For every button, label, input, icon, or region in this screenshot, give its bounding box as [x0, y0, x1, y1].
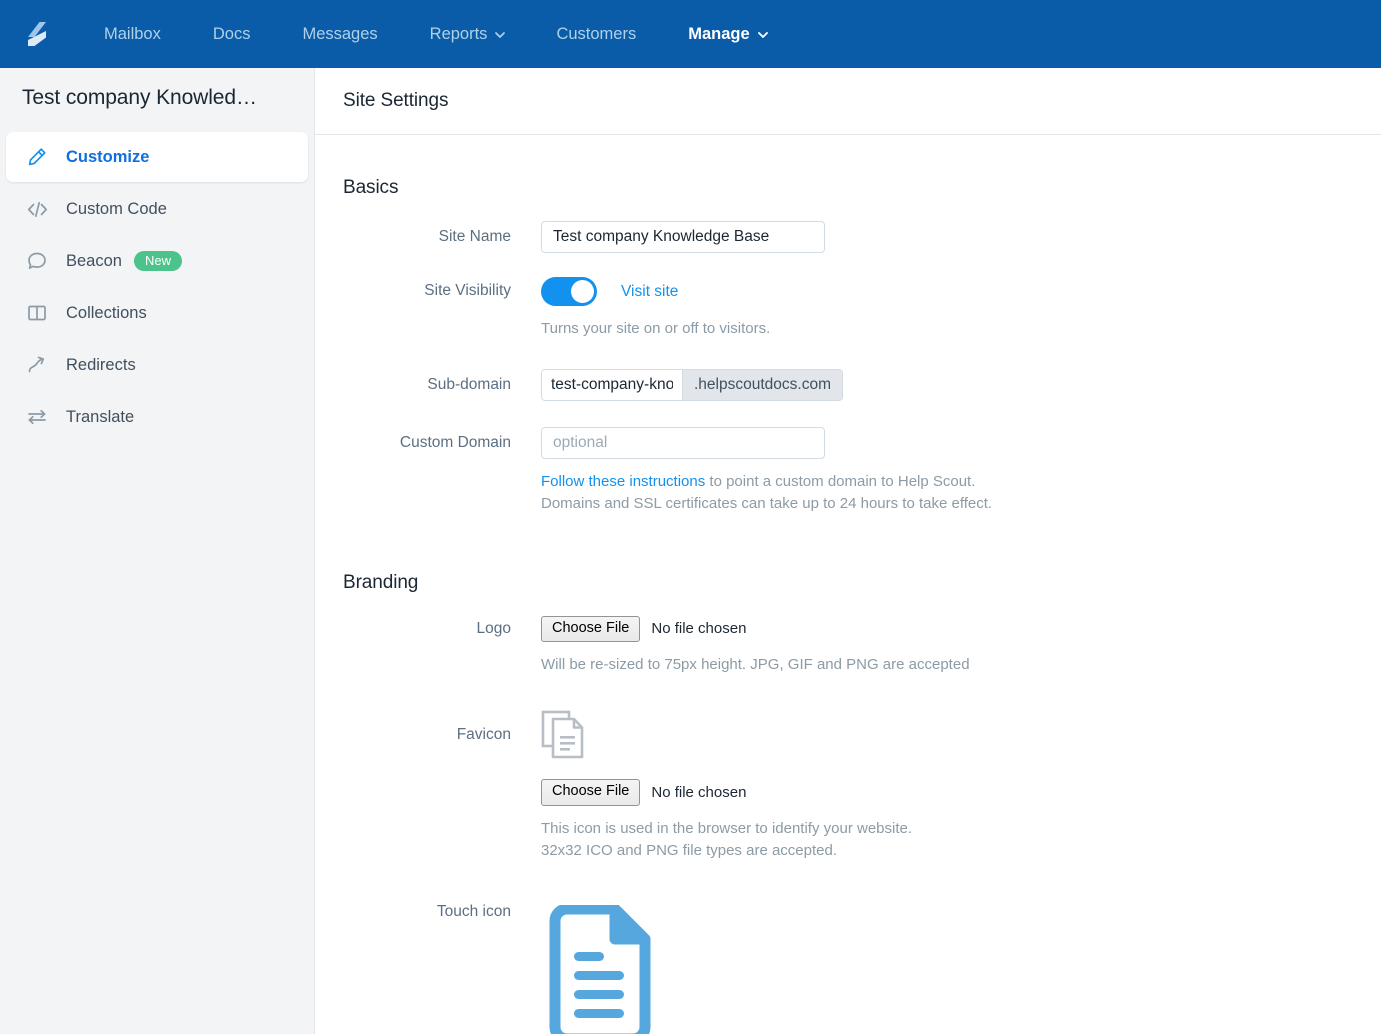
- logo-choose-file-button[interactable]: Choose File: [541, 615, 641, 642]
- favicon-label: Favicon: [456, 726, 511, 744]
- two-way-arrows-icon: [25, 405, 49, 429]
- main-header: Site Settings: [315, 68, 1381, 135]
- chevron-down-icon: [757, 30, 768, 39]
- sidebar: Test company Knowled… Customize Custom C…: [0, 68, 315, 1034]
- sub-domain-label: Sub-domain: [427, 375, 511, 393]
- sidebar-item-label: Translate: [66, 407, 135, 426]
- nav-item-label: Messages: [302, 24, 378, 43]
- favicon-helper: This icon is used in the browser to iden…: [541, 818, 1353, 863]
- nav-item-docs[interactable]: Docs: [187, 26, 277, 43]
- sidebar-item-label: Collections: [66, 303, 147, 322]
- nav-item-reports[interactable]: Reports: [404, 26, 531, 43]
- sidebar-item-label: Custom Code: [66, 199, 167, 218]
- nav-item-mailbox[interactable]: Mailbox: [78, 26, 187, 43]
- site-name-label: Site Name: [438, 228, 511, 245]
- sidebar-item-beacon[interactable]: Beacon New: [6, 236, 308, 286]
- logo-helper: Will be re-sized to 75px height. JPG, GI…: [541, 655, 970, 673]
- form-row-sub-domain: Sub-domain .helpscoutdocs.com: [343, 368, 1353, 401]
- nav-item-label: Manage: [688, 24, 750, 43]
- curved-arrow-icon: [25, 353, 49, 377]
- page-body: Test company Knowled… Customize Custom C…: [0, 68, 1381, 1034]
- blue-document-icon: [541, 901, 1353, 1034]
- nav-item-label: Reports: [429, 24, 488, 43]
- follow-instructions-link[interactable]: Follow these instructions: [541, 473, 705, 490]
- speech-bubble-icon: [25, 249, 49, 273]
- touch-icon-label: Touch icon: [436, 902, 511, 920]
- status-badge-new: New: [133, 251, 182, 271]
- sub-domain-suffix: .helpscoutdocs.com: [682, 369, 842, 400]
- form-row-site-visibility: Site Visibility Visit site Turns your si…: [343, 275, 1353, 341]
- favicon-choose-file-button[interactable]: Choose File: [541, 779, 641, 806]
- custom-domain-label: Custom Domain: [399, 433, 511, 451]
- logo-file-status: No file chosen: [651, 620, 747, 638]
- nav-item-label: Customers: [556, 24, 637, 43]
- open-book-icon: [25, 301, 49, 325]
- favicon-helper-line2: 32x32 ICO and PNG file types are accepte…: [541, 842, 837, 860]
- visit-site-link[interactable]: Visit site: [621, 283, 678, 301]
- helpscout-logo-icon[interactable]: [22, 19, 52, 49]
- section-title-basics: Basics: [343, 177, 399, 198]
- site-name-input[interactable]: [541, 221, 825, 253]
- nav-item-customers[interactable]: Customers: [530, 26, 662, 43]
- chevron-down-icon: [495, 30, 506, 39]
- form-row-logo: Logo Choose File No file chosen Will be …: [343, 615, 1353, 677]
- site-visibility-label: Site Visibility: [424, 282, 511, 299]
- toggle-knob: [571, 280, 594, 303]
- form-row-touch-icon: Touch icon: [343, 901, 1353, 1034]
- custom-domain-helper: Follow these instructions to point a cus…: [541, 471, 1353, 516]
- knowledge-base-title: Test company Knowled…: [22, 86, 257, 109]
- main-content: Site Settings Basics Site Name Site Visi…: [315, 68, 1381, 1034]
- sidebar-item-collections[interactable]: Collections: [6, 288, 308, 338]
- custom-domain-input[interactable]: [541, 426, 825, 459]
- nav-item-messages[interactable]: Messages: [276, 26, 403, 43]
- site-visibility-toggle[interactable]: [541, 277, 597, 306]
- sidebar-item-label: Redirects: [66, 355, 136, 374]
- pencil-icon: [25, 145, 49, 169]
- top-navigation-bar: Mailbox Docs Messages Reports Customers …: [0, 0, 1381, 68]
- sidebar-item-customize[interactable]: Customize: [6, 132, 308, 182]
- settings-form: Basics Site Name Site Visibility Visit s…: [315, 135, 1381, 1034]
- sub-domain-input[interactable]: [542, 369, 682, 400]
- site-visibility-helper: Turns your site on or off to visitors.: [541, 320, 771, 337]
- sidebar-item-label: Beacon: [66, 251, 122, 270]
- top-nav-items: Mailbox Docs Messages Reports Customers …: [78, 26, 793, 43]
- favicon-helper-line1: This icon is used in the browser to iden…: [541, 819, 913, 837]
- form-row-favicon: Favicon Choose File No file chosen This …: [343, 710, 1353, 862]
- form-row-custom-domain: Custom Domain Follow these instructions …: [343, 426, 1353, 516]
- sidebar-item-translate[interactable]: Translate: [6, 392, 308, 442]
- nav-item-label: Mailbox: [104, 24, 161, 43]
- favicon-file-status: No file chosen: [651, 784, 747, 802]
- sidebar-nav-list: Customize Custom Code Beacon New Collect…: [0, 132, 314, 442]
- document-placeholder-icon: [541, 710, 1353, 760]
- sidebar-item-redirects[interactable]: Redirects: [6, 340, 308, 390]
- nav-item-label: Docs: [212, 24, 251, 43]
- code-brackets-icon: [25, 197, 49, 221]
- sub-domain-group: .helpscoutdocs.com: [541, 368, 843, 401]
- logo-label: Logo: [476, 619, 511, 637]
- page-title: Site Settings: [343, 90, 449, 111]
- form-row-site-name: Site Name: [343, 221, 1353, 253]
- custom-domain-helper-rest: to point a custom domain to Help Scout.: [705, 472, 976, 490]
- sidebar-item-custom-code[interactable]: Custom Code: [6, 184, 308, 234]
- custom-domain-helper-line2: Domains and SSL certificates can take up…: [541, 495, 993, 512]
- nav-item-manage[interactable]: Manage: [662, 26, 792, 43]
- sidebar-item-label: Customize: [66, 147, 150, 166]
- section-title-branding: Branding: [343, 571, 419, 593]
